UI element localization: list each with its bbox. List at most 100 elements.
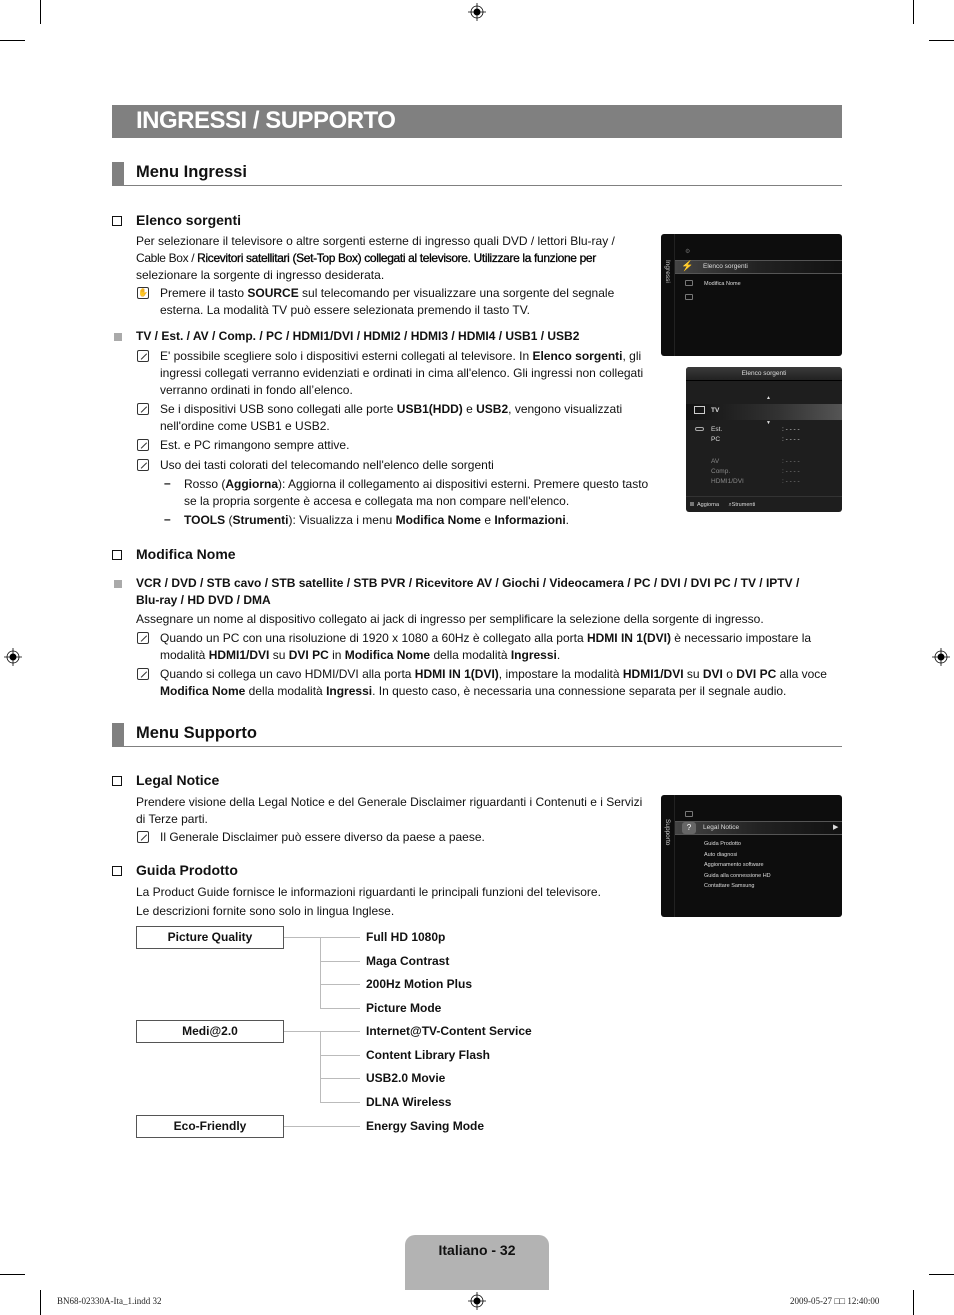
note: Se i dispositivi USB sono collegati alle… (160, 401, 660, 435)
page-number: Italiano - 32 (438, 1242, 516, 1258)
text: DVI PC (288, 648, 329, 662)
feature-category-box: Picture Quality (136, 926, 284, 949)
text: su (269, 648, 289, 662)
text-line: Prendere visione della Legal Notice e de… (136, 795, 643, 809)
dash-bullet: – (164, 512, 171, 526)
text-line: modalità HDMI1/DVI su DVI PC in Modifica… (160, 647, 850, 664)
text: . (556, 648, 561, 662)
text: SOURCE (247, 286, 299, 300)
feature-item: Energy Saving Mode (366, 1119, 485, 1133)
tv-screen-ingressi-menu: Ingressi ⚙ ⚡ Elenco sorgenti Modifica No… (661, 234, 842, 356)
tv-setup-icon (685, 811, 693, 817)
tv-sidebar (661, 795, 675, 917)
section-header-menu-supporto: Menu Supporto (112, 723, 842, 747)
section-title: Menu Supporto (136, 724, 257, 742)
note-icon (137, 350, 149, 362)
scroll-up-icon: ▲ (766, 395, 771, 401)
note-icon (137, 403, 149, 415)
text: della modalità (245, 684, 327, 698)
source-value: : - - - - (782, 436, 800, 443)
text: Modifica Nome (344, 648, 431, 662)
tv-menu-item: Modifica Nome (704, 281, 741, 287)
text: ): Visualizza i menu (288, 513, 396, 527)
text: Strumenti (232, 513, 289, 527)
source-value: : - - - - (782, 478, 800, 485)
source-value: : - - - - (782, 426, 800, 433)
square-bullet-icon (114, 333, 122, 341)
note: Est. e PC rimangono sempre attive. (160, 438, 350, 452)
text: Cable Box / (136, 251, 198, 265)
text: HDMI1/DVI (208, 648, 270, 662)
note-icon (137, 632, 149, 644)
section-bar (112, 162, 124, 185)
text-line: esterna. La modalità TV può essere selez… (160, 303, 531, 317)
feature-item: Maga Contrast (366, 954, 450, 968)
text: HDMI IN 1(DVI) (414, 667, 499, 681)
note-icon (137, 831, 149, 843)
text-line: Le descrizioni fornite sono solo in ling… (136, 904, 395, 918)
external-input-icon (695, 427, 704, 431)
text: Ingressi (510, 648, 557, 662)
source-name: AV (711, 458, 720, 465)
feature-item: DLNA Wireless (366, 1095, 452, 1109)
text: Aggiorna (225, 477, 279, 491)
note: Quando si collega un cavo HDMI/DVI alla … (160, 666, 850, 700)
connector-line (320, 1102, 360, 1103)
connector-line (320, 984, 360, 985)
text: e (462, 402, 477, 416)
tv-screen-source-list: Elenco sorgenti ▲ TV ▼ Est. : - - - - PC… (686, 367, 842, 512)
text: o (722, 667, 737, 681)
crop-mark (40, 0, 41, 24)
text: Se i dispositivi USB sono collegati alle… (160, 402, 397, 416)
checkbox-bullet-icon (112, 866, 122, 876)
source-value: : - - - - (782, 458, 800, 465)
text: Elenco sorgenti (532, 349, 623, 363)
registration-mark-icon (468, 1292, 486, 1310)
checkbox-bullet-icon (112, 550, 122, 560)
dash-item: TOOLS (Strumenti): Visualizza i menu Mod… (184, 512, 569, 529)
print-slug-date: 2009-05-27 □□ 12:40:00 (790, 1296, 880, 1306)
text: , vengono visualizzati (508, 402, 623, 416)
text-line: verranno ordinati in fondo all’elenco. (160, 383, 353, 397)
text-line: se la propria sorgente è accesa e colleg… (184, 494, 570, 508)
note: E' possibile scegliere solo i dispositiv… (160, 348, 660, 399)
subsection-title: Legal Notice (136, 772, 220, 788)
crop-mark (929, 40, 954, 41)
text: USB1(HDD) (396, 402, 463, 416)
tv-menu-item: Guida Prodotto (704, 841, 741, 847)
guida-desc: La Product Guide fornisce le informazion… (136, 884, 601, 920)
text: modalità (160, 648, 209, 662)
section-header-menu-ingressi: Menu Ingressi (112, 162, 842, 186)
crop-mark (913, 0, 914, 24)
sources-line: TV / Est. / AV / Comp. / PC / HDMI1/DVI … (136, 329, 580, 343)
note-icon (137, 459, 149, 471)
text-line: Per selezionare il televisore o altre so… (136, 234, 615, 248)
footer-refresh-label: Aggiorna (697, 502, 720, 508)
remote-note: Premere il tasto SOURCE sul telecomando … (160, 285, 660, 319)
text-line: VCR / DVD / STB cavo / STB satellite / S… (136, 576, 800, 590)
tv-menu-item: Aggiornamento software (704, 862, 764, 868)
print-slug-file: BN68-02330A-Ita_1.indd 32 (57, 1296, 162, 1306)
text: TOOLS (184, 513, 226, 527)
source-name: Comp. (711, 468, 731, 475)
page-number-tab: Italiano - 32 (405, 1235, 549, 1290)
square-bullet-icon (114, 580, 122, 588)
connector-line (320, 1031, 321, 1102)
feature-item: Picture Mode (366, 1001, 442, 1015)
page-title-bar: INGRESSI / SUPPORTO (112, 105, 842, 138)
source-name: Est. (711, 426, 723, 433)
source-list-footer: Aggiorna ⌕Strumenti (686, 496, 842, 512)
text: HDMI1/DVI (622, 667, 684, 681)
tv-menu-item: Guida alla connessione HD (704, 873, 771, 879)
tv-input-plug-icon: ⚡ (681, 261, 694, 272)
tv-screen-supporto-menu: Supporto ? Legal Notice ▶ Guida Prodotto… (661, 795, 842, 917)
source-name: HDMI1/DVI (711, 478, 744, 485)
text-line: Modifica Nome della modalità Ingressi. I… (160, 683, 850, 700)
connector-line (284, 1126, 360, 1127)
modifica-desc: Assegnare un nome al dispositivo collega… (136, 612, 764, 626)
checkbox-bullet-icon (112, 216, 122, 226)
feature-category-box: Eco-Friendly (136, 1115, 284, 1138)
text-line: Cable Box / Ricevitori satellitari (Set-… (136, 250, 656, 267)
text: HDMI IN 1(DVI) (586, 631, 671, 645)
subsection-title: Modifica Nome (136, 546, 236, 562)
